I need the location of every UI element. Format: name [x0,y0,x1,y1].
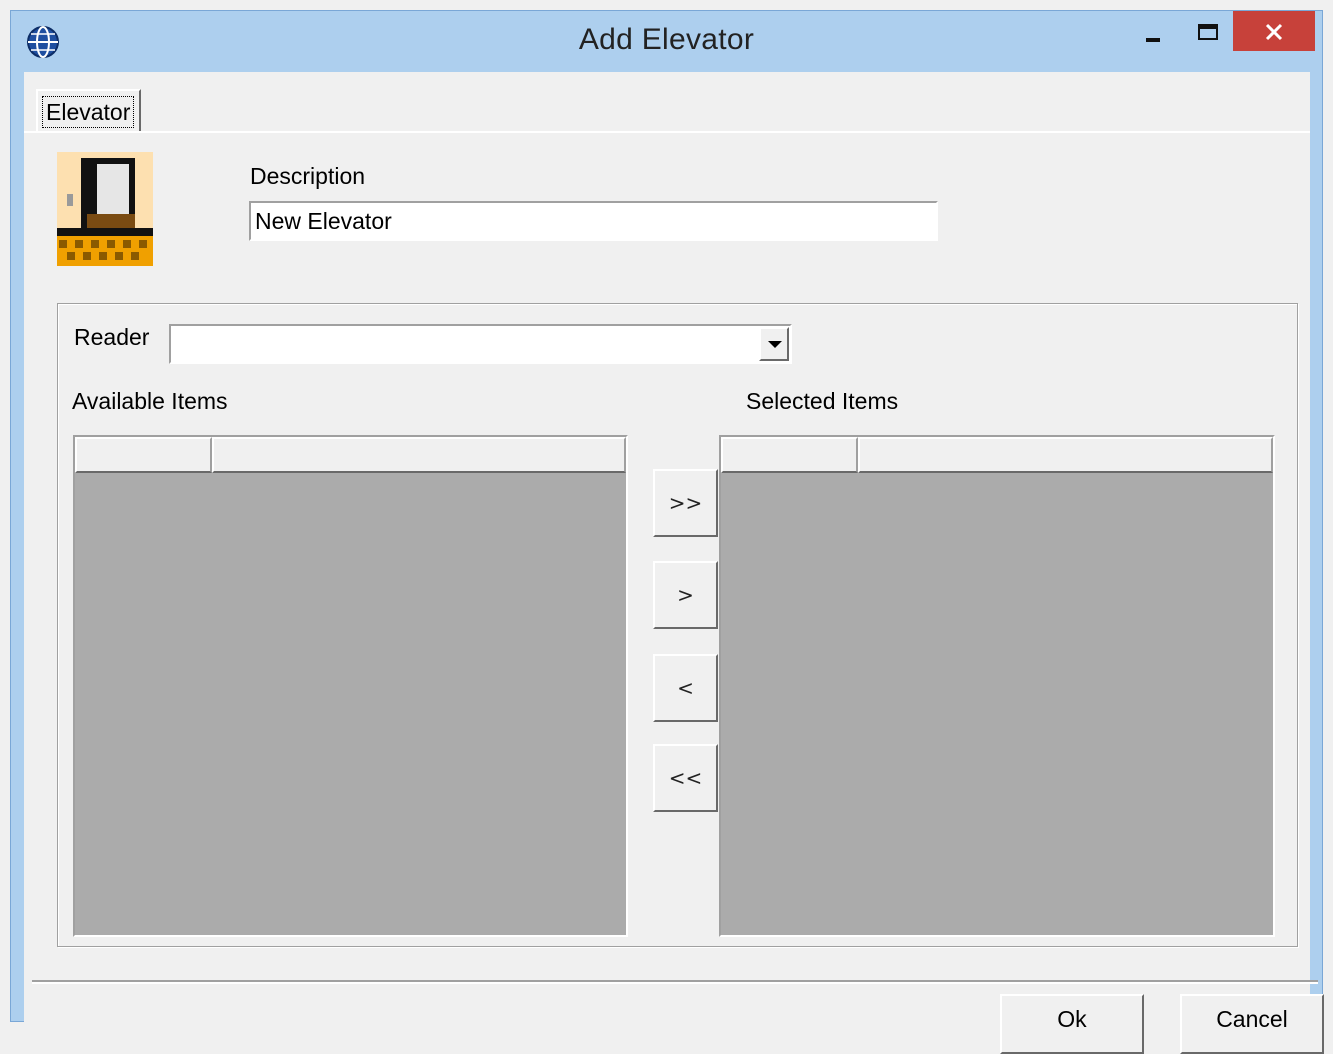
available-items-list[interactable] [73,435,628,937]
selected-items-header [721,437,1273,473]
tab-elevator-label: Elevator [42,96,135,128]
elevator-icon [57,152,153,266]
dialog-window: Add Elevator Elevator Description New El… [10,10,1324,1054]
close-icon [1265,23,1283,41]
chevron-down-icon [768,341,782,348]
selected-items-label: Selected Items [746,388,899,414]
available-column-2[interactable] [212,437,626,473]
reader-label: Reader [74,324,150,350]
reader-dropdown-button[interactable] [759,327,789,361]
available-items-label: Available Items [72,388,228,414]
remove-all-button[interactable]: << [653,744,718,812]
add-one-button[interactable]: > [653,561,718,629]
available-column-1[interactable] [75,437,212,473]
tab-elevator[interactable]: Elevator [36,89,141,131]
selected-items-list[interactable] [719,435,1275,937]
available-items-header [75,437,626,473]
window-title: Add Elevator [578,23,755,56]
tab-page-border [24,131,1310,133]
remove-one-button[interactable]: < [653,654,718,722]
maximize-icon [1198,24,1218,40]
minimize-icon [1146,38,1160,42]
description-label: Description [250,163,366,189]
cancel-button[interactable]: Cancel [1180,994,1324,1054]
footer-separator [32,980,1318,984]
reader-combobox[interactable] [169,324,792,364]
maximize-button[interactable] [1183,11,1231,51]
close-button[interactable] [1233,11,1315,51]
add-all-button[interactable]: >> [653,469,718,537]
minimize-button[interactable] [1130,11,1178,51]
description-input[interactable] [249,201,938,241]
ok-button[interactable]: Ok [1000,994,1144,1054]
title-bar[interactable]: Add Elevator [11,11,1322,71]
selected-column-2[interactable] [858,437,1273,473]
dialog-body: Elevator Description Reader [24,72,1324,1054]
selected-column-1[interactable] [721,437,858,473]
